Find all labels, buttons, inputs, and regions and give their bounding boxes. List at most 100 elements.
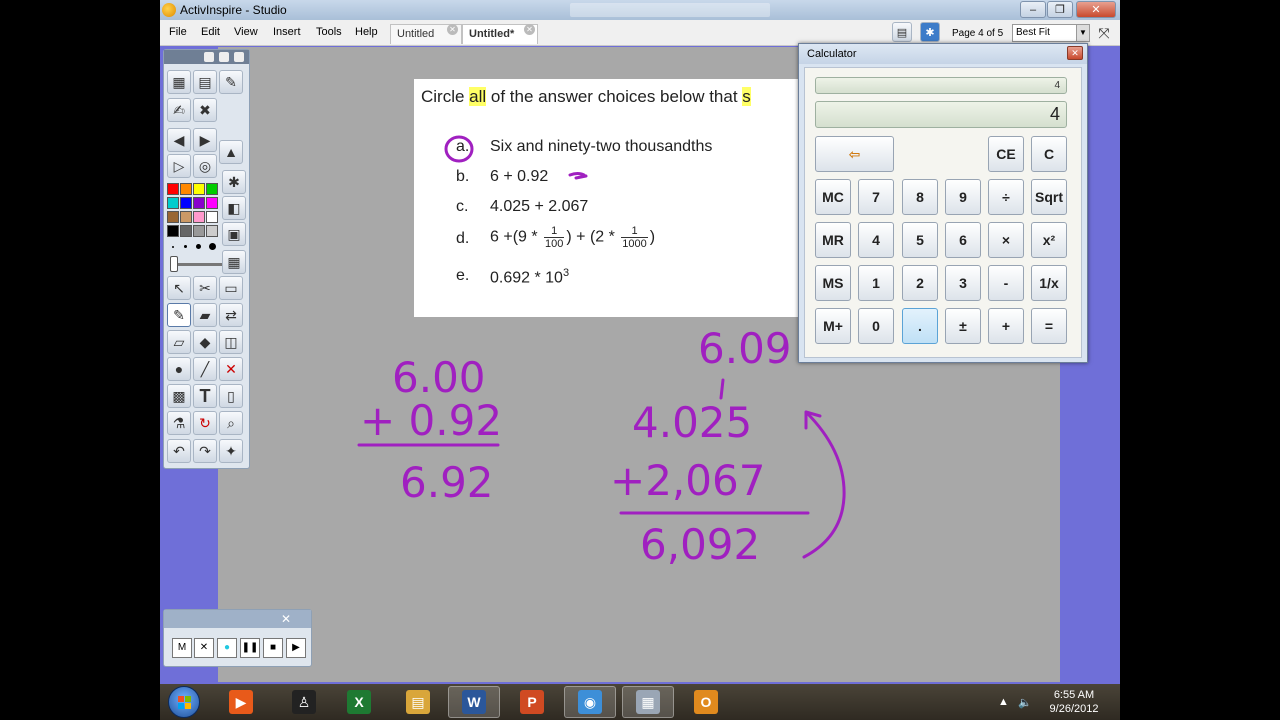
page-icon[interactable]: ▯: [219, 384, 243, 408]
calc-equals-button[interactable]: =: [1031, 308, 1067, 344]
highlighter-icon[interactable]: ▰: [193, 303, 217, 327]
recorder-close-icon[interactable]: ✕: [281, 612, 291, 626]
color-swatch-cyan[interactable]: [167, 197, 179, 209]
menu-view[interactable]: View: [234, 26, 258, 38]
calc-square-button[interactable]: x²: [1031, 222, 1067, 258]
browser-icon[interactable]: ▤: [193, 70, 217, 94]
color-swatch-brown[interactable]: [167, 211, 179, 223]
recorder-cancel-button[interactable]: ✕: [194, 638, 214, 658]
calc-c-button[interactable]: C: [1031, 136, 1067, 172]
camera-icon[interactable]: ▭: [219, 276, 243, 300]
web-browser-icon[interactable]: ◎: [193, 154, 217, 178]
page-browser-icon[interactable]: ▤: [892, 22, 912, 42]
undo-icon[interactable]: ↶: [167, 439, 191, 463]
shape-icon[interactable]: ●: [167, 357, 191, 381]
menu-file[interactable]: File: [169, 26, 187, 38]
reset-icon[interactable]: ✖: [193, 98, 217, 122]
dual-user-icon[interactable]: ✱: [920, 22, 940, 42]
taskbar-calculator-app[interactable]: ▦: [622, 686, 674, 718]
color-swatch-yellow[interactable]: [193, 183, 205, 195]
color-swatch-green[interactable]: [206, 183, 218, 195]
fill-bucket-icon[interactable]: ◆: [193, 330, 217, 354]
toolbox-dock-icon[interactable]: [219, 52, 229, 62]
calculator-tool-icon[interactable]: ▦: [222, 250, 246, 274]
next-page-icon[interactable]: ▶: [193, 128, 217, 152]
calc-3-button[interactable]: 3: [945, 265, 981, 301]
color-swatch-pink[interactable]: [193, 211, 205, 223]
previous-page-icon[interactable]: ◀: [167, 128, 191, 152]
resource-icon[interactable]: ▩: [167, 384, 191, 408]
color-swatch-purple[interactable]: [193, 197, 205, 209]
menu-edit[interactable]: Edit: [201, 26, 220, 38]
calc-0-button[interactable]: 0: [858, 308, 894, 344]
clear-icon[interactable]: ✕: [219, 357, 243, 381]
recorder-record-button[interactable]: ●: [217, 638, 237, 658]
design-mode-icon[interactable]: ✍: [167, 98, 191, 122]
main-menu-icon[interactable]: ▦: [167, 70, 191, 94]
zoom-select[interactable]: Best Fit ▼: [1012, 24, 1090, 42]
system-clock[interactable]: 6:55 AM 9/26/2012: [1044, 688, 1104, 716]
calculator-close-icon[interactable]: ✕: [1067, 46, 1083, 60]
select-icon[interactable]: ↖: [167, 276, 191, 300]
eraser-icon[interactable]: ▱: [167, 330, 191, 354]
search-icon[interactable]: ⌕: [219, 411, 243, 435]
spotlight-icon[interactable]: ✦: [219, 439, 243, 463]
calc-negate-button[interactable]: ±: [945, 308, 981, 344]
calc-reciprocal-button[interactable]: 1/x: [1031, 265, 1067, 301]
color-swatch-darkgray[interactable]: [180, 225, 192, 237]
calc-mc-button[interactable]: MC: [815, 179, 851, 215]
color-swatch-red[interactable]: [167, 183, 179, 195]
recorder-stop-button[interactable]: ■: [263, 638, 283, 658]
calc-ms-button[interactable]: MS: [815, 265, 851, 301]
taskbar-excel-app[interactable]: X: [333, 686, 385, 718]
tab-close-icon[interactable]: ✕: [447, 24, 458, 35]
toolbox-menu-icon[interactable]: [204, 52, 214, 62]
color-swatch-orange[interactable]: [180, 183, 192, 195]
taskbar-powerpoint-app[interactable]: P: [506, 686, 558, 718]
calc-9-button[interactable]: 9: [945, 179, 981, 215]
color-swatch-black[interactable]: [167, 225, 179, 237]
menu-tools[interactable]: Tools: [316, 26, 342, 38]
pen-width-2[interactable]: [184, 245, 187, 248]
calc-mplus-button[interactable]: M+: [815, 308, 851, 344]
taskbar-chrome-app[interactable]: ◉: [564, 686, 616, 718]
taskbar-word-app[interactable]: W: [448, 686, 500, 718]
tab-close-icon[interactable]: ✕: [524, 24, 535, 35]
backspace-button[interactable]: ⇦: [815, 136, 894, 172]
taskbar-media-app[interactable]: ▶: [215, 686, 267, 718]
color-swatch-blue[interactable]: [180, 197, 192, 209]
taskbar-explorer-app[interactable]: ▤: [392, 686, 444, 718]
play-icon[interactable]: ▷: [167, 154, 191, 178]
recorder-pause-button[interactable]: ❚❚: [240, 638, 260, 658]
redo-icon[interactable]: ↷: [193, 439, 217, 463]
pen-width-1[interactable]: [172, 246, 174, 248]
menu-help[interactable]: Help: [355, 26, 378, 38]
pen-width-3[interactable]: [196, 244, 201, 249]
calc-5-button[interactable]: 5: [902, 222, 938, 258]
color-swatch-tan[interactable]: [180, 211, 192, 223]
taskbar-activinspire-app[interactable]: ♙: [278, 686, 330, 718]
tool-up-icon[interactable]: ▲: [219, 140, 243, 164]
fill-icon[interactable]: ▣: [222, 222, 246, 246]
calc-2-button[interactable]: 2: [902, 265, 938, 301]
minimize-button[interactable]: –: [1020, 1, 1046, 18]
calc-ce-button[interactable]: CE: [988, 136, 1024, 172]
text-tool-icon[interactable]: T: [193, 384, 217, 408]
calc-1-button[interactable]: 1: [858, 265, 894, 301]
profile-switch-icon[interactable]: ✎: [219, 70, 243, 94]
line-icon[interactable]: ╱: [193, 357, 217, 381]
calc-divide-button[interactable]: ÷: [988, 179, 1024, 215]
calc-minus-button[interactable]: -: [988, 265, 1024, 301]
calc-mr-button[interactable]: MR: [815, 222, 851, 258]
connector-icon[interactable]: ⇄: [219, 303, 243, 327]
tools-icon[interactable]: ✂: [193, 276, 217, 300]
magic-ink-icon[interactable]: ◫: [219, 330, 243, 354]
show-hidden-icons[interactable]: ▲: [998, 696, 1009, 708]
color-swatch-white[interactable]: [206, 211, 218, 223]
calc-plus-button[interactable]: +: [988, 308, 1024, 344]
recorder-play-button[interactable]: ▶: [286, 638, 306, 658]
pen-icon[interactable]: ✎: [167, 303, 191, 327]
color-swatch-gray[interactable]: [193, 225, 205, 237]
close-window-button[interactable]: ✕: [1076, 1, 1116, 18]
pen-width-slider[interactable]: [170, 256, 178, 272]
